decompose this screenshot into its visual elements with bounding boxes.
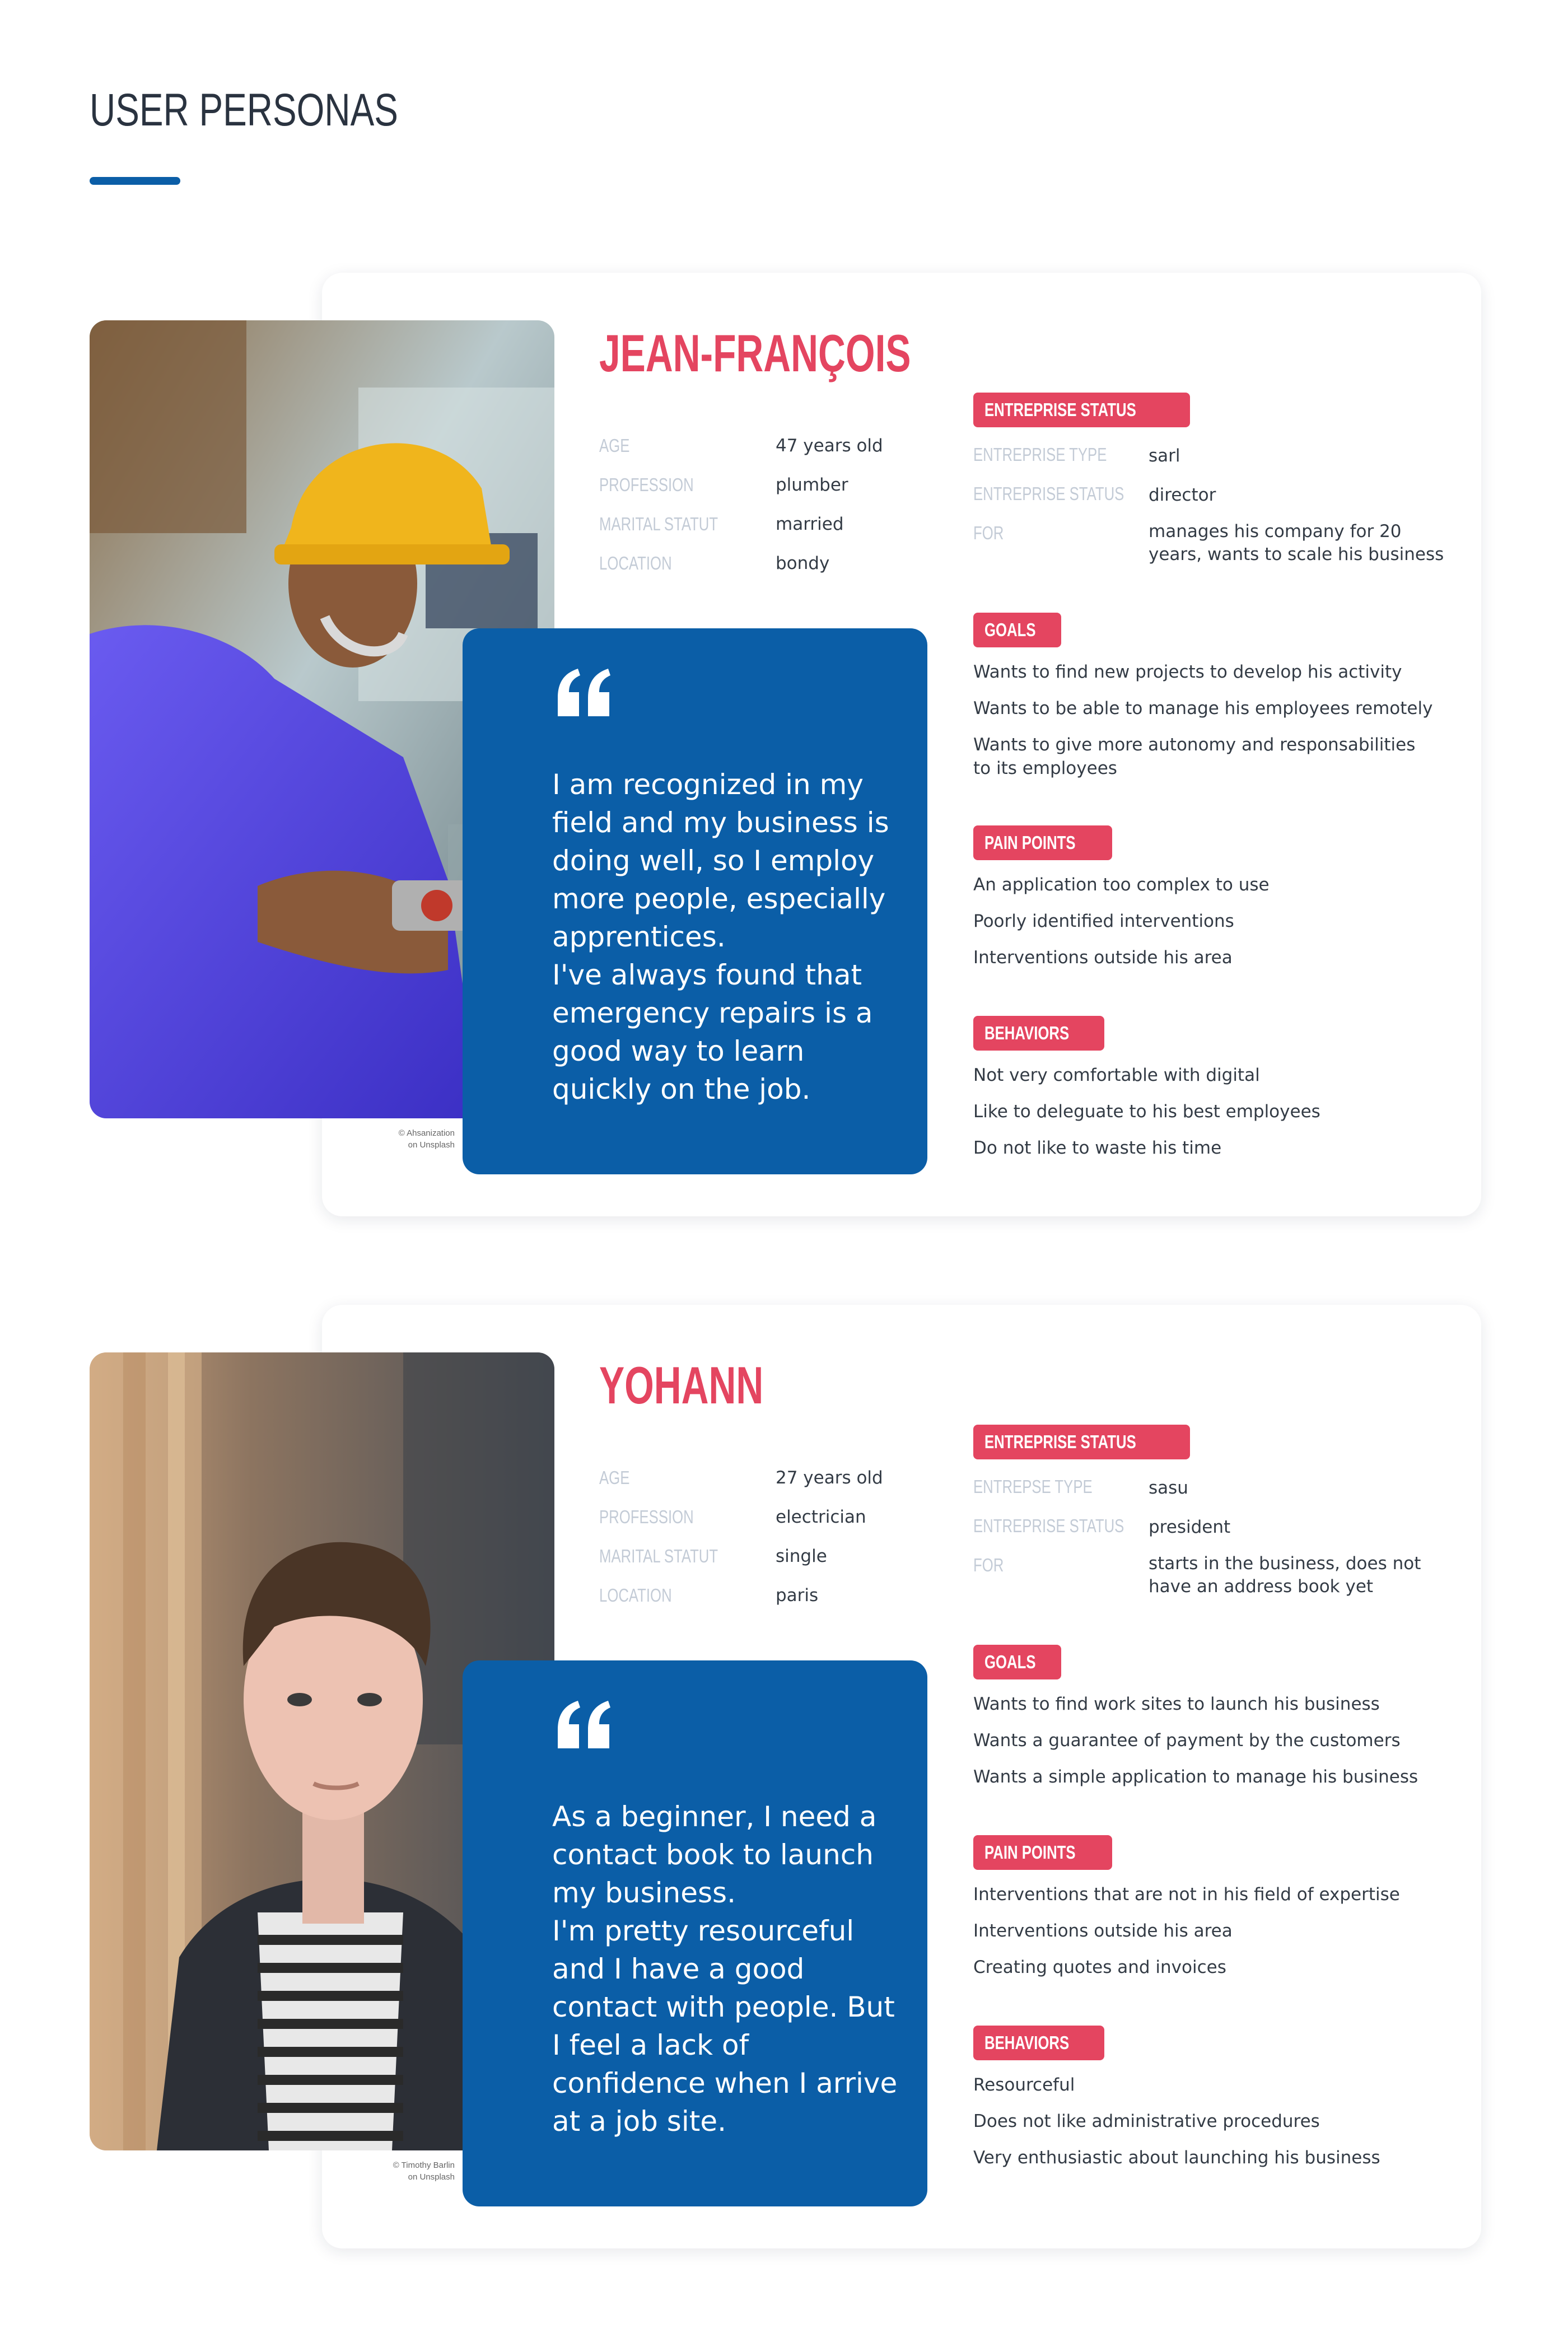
goals-tag: GOALS [973, 613, 1062, 647]
behavior-item: Do not like to waste his time [973, 1138, 1222, 1158]
age-label: AGE [599, 1467, 630, 1488]
behavior-item: Resourceful [973, 2075, 1075, 2095]
for-value: starts in the business, does not have an… [1149, 1553, 1421, 1597]
pain-point-item: Interventions that are not in his field … [973, 1884, 1400, 1905]
page-title: USER PERSONAS [90, 85, 398, 136]
persona-name: JEAN-FRANÇOIS [599, 324, 911, 382]
entreprise-status-tag: ENTREPRISE STATUS [973, 393, 1191, 427]
entreprise-status-label: ENTREPRISE STATUS [973, 483, 1124, 504]
behavior-item: Very enthusiastic about launching his bu… [973, 2148, 1380, 2168]
quote-box: As a beginner, I need a contact book to … [463, 1660, 927, 2206]
pain-points-tag: PAIN POINTS [973, 825, 1113, 860]
profession-value: plumber [776, 475, 848, 495]
pain-point-item: Creating quotes and invoices [973, 1957, 1226, 1977]
behaviors-tag: BEHAVIORS [973, 1016, 1104, 1051]
for-value: manages his company for 20 years, wants … [1149, 521, 1444, 564]
quote-icon [558, 1701, 610, 1748]
quote-icon [558, 669, 610, 716]
for-label: FOR [973, 1555, 1004, 1575]
entreprise-type-value: sarl [1149, 446, 1180, 466]
marital-value: single [776, 1546, 827, 1566]
location-label: LOCATION [599, 1585, 672, 1606]
entreprise-status-label: ENTREPRISE STATUS [973, 1515, 1124, 1536]
age-label: AGE [599, 435, 630, 456]
marital-label: MARITAL STATUT [599, 1546, 718, 1566]
goal-item: Wants to find new projects to develop hi… [973, 662, 1402, 682]
photo-credit: © Timothy Barlin on Unsplash [393, 2161, 455, 2182]
entreprise-type-label: ENTREPRISE TYPE [973, 444, 1107, 465]
profession-label: PROFESSION [599, 1506, 694, 1527]
behavior-item: Not very comfortable with digital [973, 1065, 1260, 1085]
entreprise-type-label: ENTREPSE TYPE [973, 1476, 1093, 1497]
entreprise-type-value: sasu [1149, 1478, 1188, 1498]
behavior-item: Like to deleguate to his best employees [973, 1102, 1320, 1122]
pain-point-item: An application too complex to use [973, 875, 1270, 895]
photo-credit: © Ahsanization on Unsplash [398, 1128, 455, 1150]
marital-value: married [776, 514, 844, 534]
goal-item: Wants to find work sites to launch his b… [973, 1694, 1380, 1714]
goal-item: Wants to give more autonomy and responsa… [973, 735, 1416, 778]
pain-point-item: Poorly identified interventions [973, 911, 1234, 931]
goal-item: Wants a simple application to manage his… [973, 1767, 1418, 1787]
location-label: LOCATION [599, 553, 672, 573]
profession-label: PROFESSION [599, 474, 694, 495]
age-value: 27 years old [776, 1468, 883, 1488]
pain-points-tag: PAIN POINTS [973, 1835, 1113, 1870]
location-value: bondy [776, 553, 830, 573]
pain-point-item: Interventions outside his area [973, 1921, 1233, 1941]
quote-box: I am recognized in my field and my busin… [463, 628, 927, 1174]
marital-label: MARITAL STATUT [599, 514, 718, 534]
profession-value: electrician [776, 1507, 866, 1527]
entreprise-status-value: director [1149, 485, 1216, 505]
for-label: FOR [973, 522, 1004, 543]
behaviors-tag: BEHAVIORS [973, 2026, 1104, 2060]
behavior-item: Does not like administrative procedures [973, 2111, 1320, 2131]
pain-point-item: Interventions outside his area [973, 948, 1233, 968]
age-value: 47 years old [776, 436, 883, 456]
title-underline [90, 177, 180, 185]
goal-item: Wants a guarantee of payment by the cust… [973, 1730, 1401, 1751]
goal-item: Wants to be able to manage his employees… [973, 698, 1433, 718]
entreprise-status-value: president [1149, 1517, 1231, 1537]
quote-text: I am recognized in my field and my busin… [552, 768, 889, 1105]
location-value: paris [776, 1585, 819, 1606]
persona-name: YOHANN [599, 1356, 764, 1415]
goals-tag: GOALS [973, 1645, 1062, 1679]
entreprise-status-tag: ENTREPRISE STATUS [973, 1425, 1191, 1459]
quote-text: As a beginner, I need a contact book to … [552, 1800, 898, 2138]
